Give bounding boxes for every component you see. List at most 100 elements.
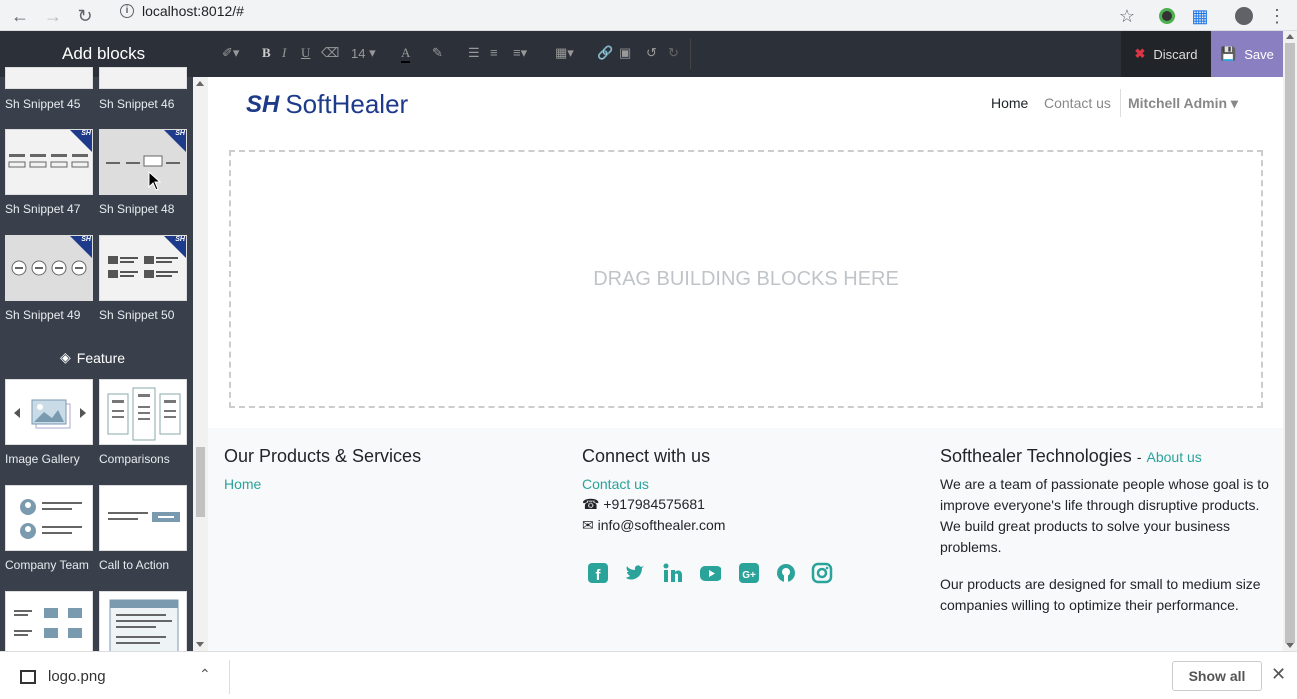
call-to-action-block[interactable] [99, 485, 187, 551]
info-icon[interactable]: i [120, 4, 134, 18]
website-preview: SH SoftHealer Home Contact us Mitchell A… [208, 77, 1283, 651]
snippet-thumb[interactable]: SH [99, 129, 187, 195]
site-logo[interactable]: SH SoftHealer [246, 89, 408, 120]
snippet-label: Sh Snippet 49 [5, 308, 81, 322]
block-label: Company Team [5, 558, 89, 572]
eraser-icon[interactable]: ⌫ [321, 45, 339, 61]
bold-icon[interactable]: B [262, 45, 271, 61]
underline-icon[interactable]: U [301, 45, 310, 61]
user-menu[interactable]: Mitchell Admin ▾ [1128, 95, 1238, 112]
discard-button[interactable]: ✖ Discard [1121, 31, 1211, 77]
save-label: Save [1244, 46, 1274, 62]
font-size-dropdown[interactable]: 14 ▾ [351, 45, 376, 61]
italic-icon[interactable]: I [282, 45, 286, 61]
github-icon[interactable] [775, 562, 797, 584]
font-color-icon[interactable]: A [401, 45, 411, 63]
table-dropdown-icon[interactable]: ▦▾ [555, 45, 574, 61]
url-text: localhost:8012/# [142, 3, 244, 19]
forward-icon[interactable]: → [41, 4, 65, 28]
crop-extension-icon[interactable]: ▦ [1188, 4, 1212, 28]
company-team-block[interactable] [5, 485, 93, 551]
image-file-icon [20, 669, 36, 684]
style-dropdown-icon[interactable]: ✐▾ [222, 45, 239, 61]
download-item[interactable]: logo.png [20, 668, 106, 685]
envelope-icon: ✉ [582, 517, 594, 533]
chevron-up-icon[interactable]: ⌃ [199, 666, 211, 683]
instagram-icon[interactable] [811, 562, 833, 584]
block-thumb[interactable] [5, 591, 93, 651]
footer-company-title: Softhealer Technologies - About us [940, 446, 1202, 467]
page-scrollbar[interactable] [1283, 31, 1297, 651]
comparisons-block[interactable] [99, 379, 187, 445]
extension-icon[interactable] [1155, 4, 1179, 28]
menu-icon[interactable]: ⋮ [1265, 4, 1289, 28]
snippet-thumb[interactable] [5, 67, 93, 89]
save-button[interactable]: 💾 Save [1211, 31, 1283, 77]
about-us-link[interactable]: About us [1147, 449, 1202, 465]
feature-heading-label: Feature [76, 349, 126, 366]
footer-home-link[interactable]: Home [224, 476, 261, 492]
link-icon[interactable]: 🔗 [597, 45, 613, 61]
scrollbar-thumb[interactable] [196, 447, 205, 517]
download-bar: logo.png ⌃ Show all ✕ [0, 651, 1297, 699]
diamond-icon: ◈ [60, 349, 71, 365]
site-footer: Our Products & Services Home Connect wit… [208, 428, 1283, 651]
nav-contact[interactable]: Contact us [1044, 95, 1111, 111]
snippet-label: Sh Snippet 50 [99, 308, 175, 322]
snippet-thumb[interactable]: SH [5, 129, 93, 195]
align-dropdown-icon[interactable]: ≡▾ [513, 45, 527, 61]
snippet-label: Sh Snippet 47 [5, 202, 81, 216]
scrollbar-thumb[interactable] [1285, 43, 1295, 643]
facebook-icon[interactable]: f [587, 562, 609, 584]
title-separator: - [1136, 449, 1142, 465]
twitter-icon[interactable] [624, 562, 646, 584]
phone-text: +917984575681 [603, 496, 705, 512]
snippet-label: Sh Snippet 46 [99, 97, 175, 111]
nav-home[interactable]: Home [991, 95, 1028, 111]
site-header: SH SoftHealer Home Contact us Mitchell A… [208, 77, 1283, 129]
download-filename: logo.png [48, 668, 106, 685]
linkedin-icon[interactable] [662, 562, 684, 584]
paint-brush-icon[interactable]: ✎ [432, 45, 443, 61]
close-icon: ✖ [1134, 46, 1146, 61]
sidebar-scrollbar[interactable] [193, 77, 208, 651]
back-icon[interactable]: ← [8, 4, 32, 28]
company-name: Softhealer Technologies [940, 446, 1132, 466]
footer-products-title: Our Products & Services [224, 446, 422, 466]
drop-zone[interactable]: DRAG BUILDING BLOCKS HERE [229, 150, 1263, 408]
snippet-thumb[interactable]: SH [99, 235, 187, 301]
snippet-thumb[interactable]: SH [5, 235, 93, 301]
numbered-list-icon[interactable]: ≡ [490, 45, 498, 60]
star-icon[interactable]: ☆ [1115, 4, 1139, 28]
account-icon[interactable] [1232, 4, 1256, 28]
undo-icon[interactable]: ↺ [646, 45, 657, 61]
close-icon[interactable]: ✕ [1271, 664, 1286, 685]
footer-products-text: Our products are designed for small to m… [940, 576, 1261, 613]
block-thumb[interactable] [99, 591, 187, 651]
feature-heading: ◈ Feature [60, 349, 125, 366]
address-bar[interactable]: i localhost:8012/# [120, 3, 244, 19]
snippet-thumb[interactable] [99, 67, 187, 89]
user-name: Mitchell Admin [1128, 95, 1228, 111]
bullet-list-icon[interactable]: ☰ [468, 45, 480, 61]
snippet-label: Sh Snippet 48 [99, 202, 175, 216]
redo-icon[interactable]: ↻ [668, 45, 679, 61]
footer-phone: ☎ +917984575681 [582, 494, 705, 515]
reload-icon[interactable]: ↻ [73, 4, 97, 28]
footer-connect-title: Connect with us [582, 446, 711, 466]
google-plus-icon[interactable]: G+ [738, 562, 760, 584]
editor-toolbar: ✐▾ B I U ⌫ 14 ▾ A ✎ ☰ ≡ ≡▾ ▦▾ 🔗 ▣ ↺ ↻ ✖ … [208, 31, 1297, 77]
floppy-icon: 💾 [1220, 46, 1237, 61]
image-gallery-block[interactable] [5, 379, 93, 445]
footer-contact-link[interactable]: Contact us [582, 476, 649, 492]
svg-text:G+: G+ [742, 570, 756, 581]
block-label: Call to Action [99, 558, 170, 572]
block-label: Comparisons [99, 452, 170, 466]
footer-about-text: We are a team of passionate people whose… [940, 476, 1269, 555]
footer-email[interactable]: ✉ info@softhealer.com [582, 515, 725, 536]
show-all-button[interactable]: Show all [1172, 661, 1262, 691]
image-icon[interactable]: ▣ [619, 45, 631, 61]
discard-label: Discard [1153, 46, 1198, 62]
logo-mark: SH [246, 90, 280, 118]
youtube-icon[interactable] [699, 562, 721, 584]
